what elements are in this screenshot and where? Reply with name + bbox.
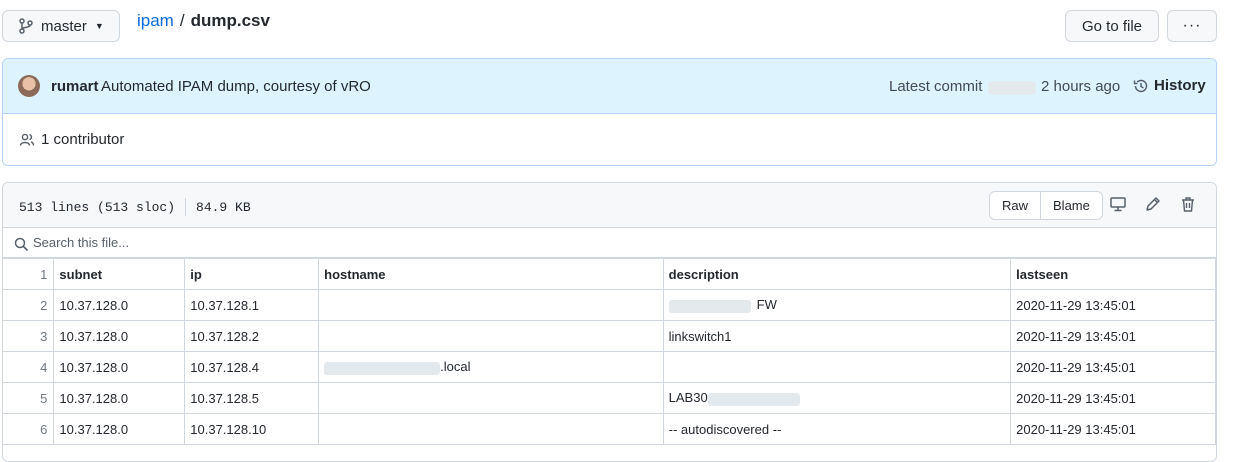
csv-table: 1 subnet ip hostname description lastsee… <box>3 258 1216 445</box>
cell-subnet: 10.37.128.0 <box>53 351 186 383</box>
cell-lastseen: 2020-11-29 13:45:01 <box>1010 413 1216 445</box>
cell-hostname <box>318 320 664 352</box>
cell-lastseen: 2020-11-29 13:45:01 <box>1010 289 1216 321</box>
cell-description-text: FW <box>756 297 777 313</box>
cell-ip: 10.37.128.2 <box>184 320 320 352</box>
search-placeholder: Search this file... <box>33 235 130 250</box>
cell-description: LAB30 <box>662 382 1012 414</box>
cell-hostname <box>318 289 664 321</box>
cell-subnet: 10.37.128.0 <box>53 289 186 321</box>
cell-description: -- autodiscovered -- <box>662 413 1012 445</box>
table-row: 6 10.37.128.0 10.37.128.10 -- autodiscov… <box>3 413 1216 445</box>
blame-button[interactable]: Blame <box>1040 192 1102 219</box>
file-line-count: 513 lines (513 sloc) <box>19 199 176 215</box>
file-search-input[interactable]: Search this file... <box>3 228 1216 258</box>
cell-hostname <box>318 413 664 445</box>
cell-subnet: 10.37.128.0 <box>53 413 186 445</box>
column-header: ip <box>184 258 320 290</box>
breadcrumb: ipam / dump.csv <box>137 11 270 31</box>
redacted-text <box>707 392 800 406</box>
redacted-text <box>324 361 441 375</box>
table-row: 5 10.37.128.0 10.37.128.5 LAB30 2020-11-… <box>3 382 1216 414</box>
cell-hostname: .local <box>318 351 664 383</box>
redacted-text <box>668 299 751 313</box>
history-label: History <box>1154 77 1206 94</box>
cell-description <box>662 351 1012 383</box>
contributors-count: 1 contributor <box>41 131 125 148</box>
breadcrumb-separator: / <box>179 11 185 30</box>
line-number[interactable]: 2 <box>3 289 55 321</box>
line-number[interactable]: 4 <box>3 351 55 383</box>
branch-name: master <box>41 17 87 35</box>
cell-lastseen: 2020-11-29 13:45:01 <box>1010 351 1216 383</box>
column-header: lastseen <box>1010 258 1216 290</box>
file-info-divider <box>185 198 187 216</box>
cell-hostname-text: .local <box>440 359 471 375</box>
cell-description-text: LAB30 <box>668 390 708 406</box>
desktop-icon[interactable] <box>1109 195 1127 213</box>
line-number[interactable]: 6 <box>3 413 55 445</box>
go-to-file-button[interactable]: Go to file <box>1065 10 1159 42</box>
trash-icon[interactable] <box>1179 195 1197 213</box>
table-header-row: 1 subnet ip hostname description lastsee… <box>3 258 1216 290</box>
cell-ip: 10.37.128.5 <box>184 382 320 414</box>
line-number[interactable]: 5 <box>3 382 55 414</box>
file-size: 84.9 KB <box>196 199 251 215</box>
chevron-down-icon: ▼ <box>94 21 104 31</box>
commit-summary-row: rumart Automated IPAM dump, courtesy of … <box>3 59 1216 114</box>
branch-select-button[interactable]: master ▼ <box>2 10 120 42</box>
cell-lastseen: 2020-11-29 13:45:01 <box>1010 382 1216 414</box>
cell-ip: 10.37.128.1 <box>184 289 320 321</box>
raw-blame-group: Raw Blame <box>989 191 1103 220</box>
commit-sha-link[interactable] <box>988 81 1036 95</box>
cell-hostname <box>318 382 664 414</box>
cell-lastseen: 2020-11-29 13:45:01 <box>1010 320 1216 352</box>
breadcrumb-repo-link[interactable]: ipam <box>137 11 174 31</box>
more-options-button[interactable]: ··· <box>1167 10 1217 42</box>
column-header: hostname <box>318 258 664 290</box>
cell-description: linkswitch1 <box>662 320 1012 352</box>
file-view: 513 lines (513 sloc) 84.9 KB Raw Blame S… <box>2 182 1217 462</box>
file-header: 513 lines (513 sloc) 84.9 KB Raw Blame <box>3 183 1216 228</box>
kebab-horizontal-icon: ··· <box>1182 17 1202 34</box>
breadcrumb-file-name: dump.csv <box>190 11 270 30</box>
table-row: 3 10.37.128.0 10.37.128.2 linkswitch1 20… <box>3 320 1216 352</box>
history-link[interactable]: History <box>1133 77 1206 94</box>
cell-subnet: 10.37.128.0 <box>53 320 186 352</box>
commit-message-link[interactable]: Automated IPAM dump, courtesy of vRO <box>101 78 371 95</box>
latest-commit-label: Latest commit <box>889 78 983 95</box>
contributors-row: 1 contributor <box>3 114 1216 165</box>
column-header: subnet <box>53 258 186 290</box>
commit-author-link[interactable]: rumart <box>51 78 99 95</box>
column-header: description <box>662 258 1012 290</box>
cell-description: FW <box>662 289 1012 321</box>
line-number[interactable]: 1 <box>3 258 55 290</box>
table-row: 2 10.37.128.0 10.37.128.1 FW 2020-11-29 … <box>3 289 1216 321</box>
cell-subnet: 10.37.128.0 <box>53 382 186 414</box>
file-info: 513 lines (513 sloc) 84.9 KB <box>19 198 251 216</box>
latest-commit-box: rumart Automated IPAM dump, courtesy of … <box>2 58 1217 166</box>
git-branch-icon <box>19 18 33 34</box>
pencil-icon[interactable] <box>1144 195 1162 213</box>
avatar[interactable] <box>18 75 40 97</box>
table-row: 4 10.37.128.0 10.37.128.4 .local 2020-11… <box>3 351 1216 383</box>
commit-time: 2 hours ago <box>1041 78 1121 95</box>
raw-button[interactable]: Raw <box>990 192 1040 219</box>
contributors-link[interactable]: 1 contributor <box>19 131 124 148</box>
line-number[interactable]: 3 <box>3 320 55 352</box>
search-icon <box>14 237 29 252</box>
people-icon <box>19 133 35 146</box>
history-icon <box>1133 79 1148 92</box>
cell-ip: 10.37.128.4 <box>184 351 320 383</box>
cell-ip: 10.37.128.10 <box>184 413 320 445</box>
